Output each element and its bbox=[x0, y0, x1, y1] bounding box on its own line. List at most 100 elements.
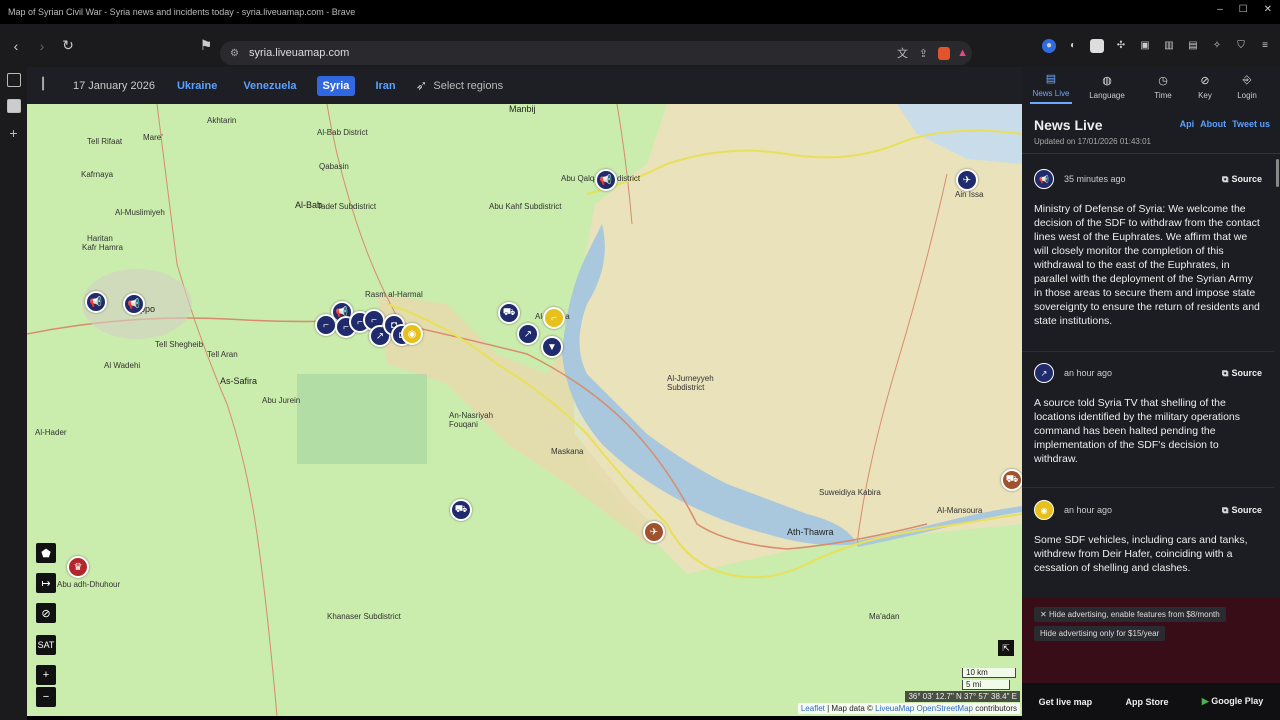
liveuamap-logo[interactable]: ꟾ bbox=[41, 77, 59, 95]
brave-shield-icon[interactable] bbox=[938, 46, 950, 60]
news-time: an hour ago bbox=[1064, 505, 1113, 515]
news-item[interactable]: ◉ an hour ago ⧉ Source Some SDF vehicles,… bbox=[1022, 497, 1274, 597]
bookmark-icon[interactable]: ⚑ bbox=[196, 36, 216, 56]
news-item[interactable]: 📢 35 minutes ago ⧉ Source Ministry of Def… bbox=[1022, 166, 1274, 352]
site-info-icon[interactable]: ⚙ bbox=[230, 48, 239, 59]
about-link[interactable]: About bbox=[1200, 119, 1226, 129]
back-icon[interactable]: ‹ bbox=[6, 36, 26, 56]
place-label: Ath-Thawra bbox=[787, 527, 834, 537]
satellite-button[interactable]: SAT bbox=[36, 635, 56, 655]
select-regions-label: Select regions bbox=[433, 79, 504, 92]
tab-ukraine[interactable]: Ukraine bbox=[171, 76, 223, 96]
place-label: Maskana bbox=[551, 447, 584, 456]
truck-marker[interactable]: ⛟ bbox=[1001, 469, 1022, 491]
minimize-icon[interactable]: – bbox=[1217, 4, 1223, 15]
extension-grey-icon[interactable]: ◐ bbox=[1066, 39, 1080, 53]
nav-language[interactable]: ◍ Language bbox=[1086, 74, 1128, 104]
place-label: Suweidiya Kabira bbox=[819, 488, 881, 497]
menu-icon[interactable]: ≡ bbox=[1258, 39, 1272, 53]
truck-marker[interactable]: ⛟ bbox=[498, 302, 520, 324]
feed-scrollbar[interactable] bbox=[1276, 159, 1279, 187]
news-text: Some SDF vehicles, including cars and ta… bbox=[1034, 534, 1248, 574]
crown-marker[interactable]: ♛ bbox=[67, 556, 89, 578]
divider bbox=[1022, 153, 1280, 154]
url-text[interactable]: syria.liveuamap.com bbox=[249, 47, 349, 59]
sidebar-toggle-icon[interactable]: ▥ bbox=[1162, 39, 1176, 53]
app-store-button[interactable]: App Store bbox=[1126, 697, 1169, 707]
hide-ads-monthly[interactable]: ✕ Hide advertising, enable features from… bbox=[1034, 607, 1226, 622]
airport-marker[interactable]: ✈ bbox=[956, 169, 978, 191]
gold-marker[interactable]: ◉ bbox=[401, 323, 423, 345]
shelling-marker[interactable]: ↗ bbox=[517, 323, 539, 345]
share-icon[interactable]: ⇪ bbox=[919, 47, 928, 60]
wallet-icon[interactable]: ▤ bbox=[1186, 39, 1200, 53]
truck-marker[interactable]: ⛟ bbox=[450, 499, 472, 521]
map-view[interactable]: Akhtarin Mare' Tell Rifaat Kafrnaya Al-B… bbox=[27, 104, 1022, 716]
hide-ads-yearly[interactable]: Hide advertising only for $15/year bbox=[1034, 626, 1166, 641]
megaphone-marker[interactable]: 📢 bbox=[595, 169, 617, 191]
hide-ads-monthly-label: Hide advertising, enable features from $… bbox=[1048, 610, 1220, 619]
osm-link[interactable]: OpenStreetMap bbox=[916, 704, 972, 713]
extension-blue-icon[interactable]: ● bbox=[1042, 38, 1056, 53]
tab-venezuela[interactable]: Venezuela bbox=[237, 76, 302, 96]
nav-login[interactable]: ⎆ Login bbox=[1226, 74, 1268, 104]
place-label: Rasm al-Harmal bbox=[365, 290, 423, 299]
select-regions-button[interactable]: ➶ Select regions bbox=[416, 77, 503, 94]
draw-polygon-button[interactable]: ⬟ bbox=[36, 543, 56, 563]
news-icon: ▤ bbox=[1045, 73, 1057, 85]
window-title: Map of Syrian Civil War - Syria news and… bbox=[8, 7, 356, 17]
send-arrow-icon: ➶ bbox=[415, 77, 428, 93]
tab-syria[interactable]: Syria bbox=[316, 75, 356, 96]
gun-marker[interactable]: ▼ bbox=[541, 336, 563, 358]
tab-iran[interactable]: Iran bbox=[369, 76, 401, 96]
place-label: Manbij bbox=[509, 104, 536, 114]
source-link[interactable]: ⧉ Source bbox=[1222, 505, 1262, 516]
nav-key[interactable]: ⊘ Key bbox=[1184, 74, 1226, 104]
attribution-text: | Map data © bbox=[824, 704, 876, 713]
extension-square-icon[interactable] bbox=[1090, 38, 1104, 53]
megaphone-marker[interactable]: 📢 bbox=[85, 291, 107, 313]
external-link-icon: ⧉ bbox=[1222, 504, 1229, 515]
clock-icon: ◷ bbox=[1158, 75, 1168, 87]
current-date[interactable]: 17 January 2026 bbox=[73, 80, 155, 92]
source-label: Source bbox=[1231, 368, 1262, 378]
airport-marker[interactable]: ✈ bbox=[643, 521, 665, 543]
google-play-button[interactable]: ▶ Google Play bbox=[1202, 696, 1263, 707]
zoom-in-button[interactable]: + bbox=[36, 665, 56, 685]
close-icon[interactable]: ✕ bbox=[1264, 4, 1272, 15]
place-label: Al-Muslimiyeh bbox=[115, 208, 165, 217]
megaphone-icon: 📢 bbox=[1034, 169, 1054, 189]
news-item[interactable]: ↗ an hour ago ⧉ Source A source told Syri… bbox=[1022, 360, 1274, 488]
zoom-out-button[interactable]: − bbox=[36, 687, 56, 707]
extension-puzzle-icon[interactable]: ✣ bbox=[1114, 39, 1128, 53]
gold-rifle-marker[interactable]: ⌐ bbox=[543, 307, 565, 329]
translate-icon[interactable]: 文 bbox=[897, 45, 908, 61]
vpn-icon[interactable]: ⛉ bbox=[1234, 39, 1248, 53]
nav-news-live[interactable]: ▤ News Live bbox=[1030, 72, 1072, 104]
sidebar-active-icon[interactable] bbox=[6, 99, 21, 113]
place-label: As-Safira bbox=[220, 376, 258, 386]
tweet-link[interactable]: Tweet us bbox=[1232, 119, 1270, 129]
brave-rewards-icon[interactable]: ▲ bbox=[957, 47, 968, 59]
leaflet-link[interactable]: Leaflet bbox=[801, 704, 825, 713]
arrow-button[interactable]: ↦ bbox=[36, 573, 56, 593]
expand-icon[interactable]: ⇱ bbox=[998, 640, 1014, 656]
liveuamap-link[interactable]: LiveuaMap bbox=[875, 704, 914, 713]
rifle-marker[interactable]: ⌐ bbox=[315, 314, 337, 336]
address-field[interactable]: ⚙ syria.liveuamap.com 文 ⇪ ▲ bbox=[220, 41, 972, 65]
api-link[interactable]: Api bbox=[1180, 119, 1195, 129]
hide-layer-button[interactable]: ⊘ bbox=[36, 603, 56, 623]
source-link[interactable]: ⧉ Source bbox=[1222, 368, 1262, 379]
source-label: Source bbox=[1231, 174, 1262, 184]
forward-icon[interactable]: › bbox=[32, 36, 52, 56]
sidebar-add-icon[interactable]: + bbox=[9, 125, 17, 141]
megaphone-marker[interactable]: 📢 bbox=[123, 293, 145, 315]
leo-icon[interactable]: ✧ bbox=[1210, 39, 1224, 53]
reload-icon[interactable]: ↻ bbox=[58, 36, 78, 56]
source-link[interactable]: ⧉ Source bbox=[1222, 174, 1262, 185]
sidebar-panel-icon[interactable] bbox=[6, 73, 21, 87]
nav-time[interactable]: ◷ Time bbox=[1142, 74, 1184, 104]
place-label: Qabasin bbox=[319, 162, 349, 171]
screenshot-icon[interactable]: ▣ bbox=[1138, 39, 1152, 53]
maximize-icon[interactable]: ☐ bbox=[1239, 4, 1248, 15]
